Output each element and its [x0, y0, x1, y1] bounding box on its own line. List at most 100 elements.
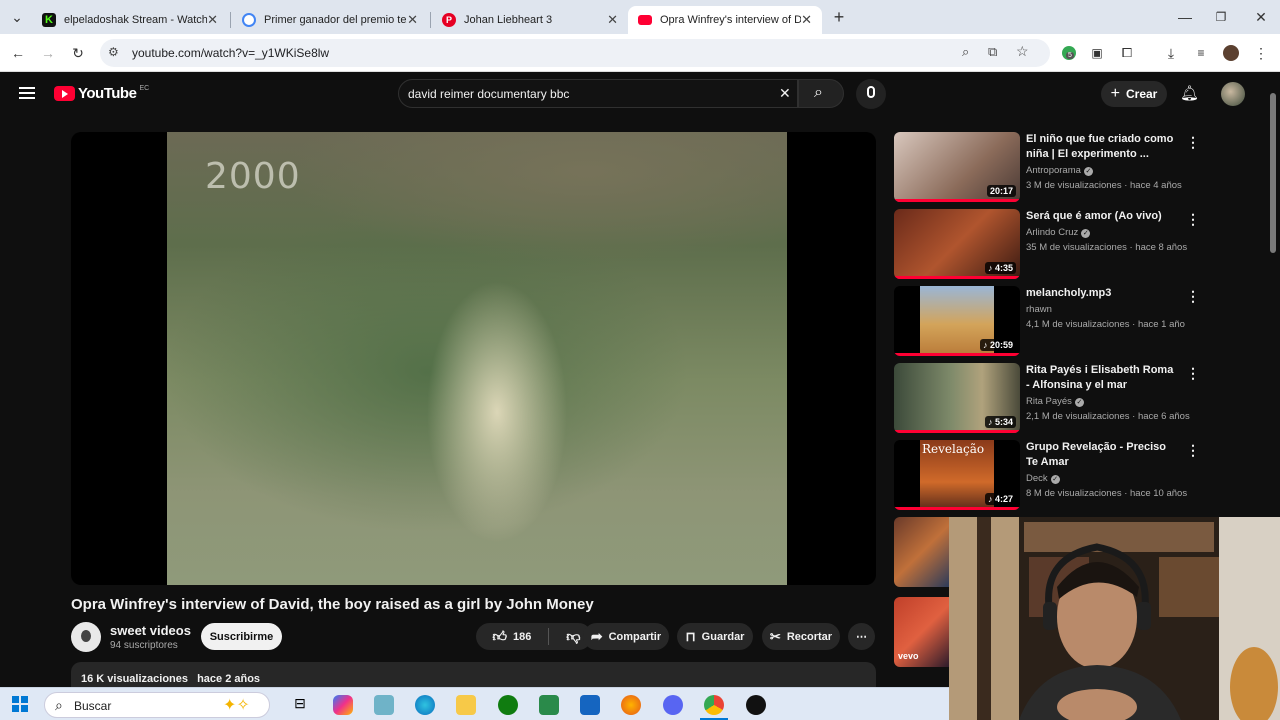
recommendation-channel[interactable]: rhawn: [1026, 304, 1052, 315]
forward-arrow-icon[interactable]: →: [37, 42, 59, 64]
search-icon: ⌕: [814, 84, 823, 101]
youtube-logo[interactable]: YouTube EC: [54, 85, 149, 102]
clear-search-icon[interactable]: ✕: [779, 85, 791, 102]
description-box[interactable]: 16 K visualizaciones hace 2 años: [71, 662, 876, 687]
app-icon[interactable]: [374, 695, 394, 715]
site-info-icon[interactable]: ⚙: [108, 45, 119, 59]
youtube-header: YouTube EC david reimer documentary bbc …: [0, 73, 1280, 113]
firefox-icon[interactable]: [621, 695, 641, 715]
video-thumbnail[interactable]: Revelação ♪ 4:27: [894, 440, 1020, 510]
extension-2-icon[interactable]: ▣: [1086, 42, 1108, 64]
close-tab-icon[interactable]: ✕: [801, 12, 812, 28]
file-explorer-icon[interactable]: [456, 695, 476, 715]
install-app-icon[interactable]: ⧉: [988, 44, 997, 60]
recommendation-title[interactable]: Grupo Revelação - Preciso Te Amar: [1026, 440, 1176, 470]
search-query-text[interactable]: david reimer documentary bbc: [408, 87, 569, 101]
tab-google-search[interactable]: Primer ganador del premio tezu ✕: [232, 6, 428, 34]
tab-search-dropdown-icon[interactable]: ⌄: [6, 6, 28, 28]
recommendation-item[interactable]: ♪ 20:59 melancholy.mp3 rhawn 4,1 M de vi…: [894, 286, 1274, 358]
copilot-icon[interactable]: [333, 695, 353, 715]
recommendation-channel[interactable]: Arlindo Cruz ✓: [1026, 227, 1091, 238]
recommendation-channel[interactable]: Rita Payés ✓: [1026, 396, 1084, 407]
recommendation-item[interactable]: ♪ 5:34 Rita Payés i Elisabeth Roma - Alf…: [894, 363, 1274, 435]
new-tab-icon[interactable]: +: [828, 6, 850, 28]
reload-icon[interactable]: ↻: [67, 42, 89, 64]
save-button[interactable]: ⊓ Guardar: [677, 623, 753, 650]
voice-search-button[interactable]: [856, 79, 886, 109]
video-thumbnail[interactable]: vevo: [894, 597, 950, 667]
close-tab-icon[interactable]: ✕: [407, 12, 418, 28]
recommendation-channel[interactable]: Antroporama ✓: [1026, 165, 1093, 176]
menu-hamburger-icon[interactable]: [19, 84, 35, 102]
profile-avatar[interactable]: [1220, 42, 1242, 64]
browser-menu-icon[interactable]: ⋮: [1250, 42, 1272, 64]
zoom-icon[interactable]: ⌕: [962, 44, 969, 60]
url-text[interactable]: youtube.com/watch?v=_y1WKiSe8lw: [132, 46, 329, 60]
minimize-window-icon[interactable]: —: [1174, 6, 1196, 28]
video-frame[interactable]: 2000: [167, 132, 787, 585]
app-icon[interactable]: [580, 695, 600, 715]
chrome-icon[interactable]: [704, 695, 724, 715]
back-arrow-icon[interactable]: ←: [7, 42, 29, 64]
recommendation-channel[interactable]: Deck ✓: [1026, 473, 1060, 484]
maximize-window-icon[interactable]: ❐: [1210, 6, 1232, 28]
extension-badge: 5: [1066, 52, 1074, 59]
video-thumbnail[interactable]: ♪ 20:59: [894, 286, 1020, 356]
channel-avatar[interactable]: [71, 622, 101, 652]
windows-start-icon[interactable]: [12, 696, 28, 712]
recommendation-item[interactable]: Revelação ♪ 4:27 Grupo Revelação - Preci…: [894, 440, 1274, 512]
recommendation-title[interactable]: El niño que fue criado como niña | El ex…: [1026, 132, 1176, 162]
task-view-icon[interactable]: ⊟: [290, 695, 310, 715]
recommendation-item[interactable]: 20:17 El niño que fue criado como niña |…: [894, 132, 1274, 204]
recommendation-title[interactable]: Rita Payés i Elisabeth Roma - Alfonsina …: [1026, 363, 1176, 393]
recommendation-title[interactable]: Será que é amor (Ao vivo): [1026, 209, 1176, 224]
search-highlight-icon: ✦✧: [223, 697, 250, 714]
video-player[interactable]: 2000: [71, 132, 876, 585]
discord-icon[interactable]: [663, 695, 683, 715]
download-icon[interactable]: ⤓: [1160, 42, 1182, 64]
close-window-icon[interactable]: ✕: [1250, 6, 1272, 28]
video-thumbnail[interactable]: ♪ 4:35: [894, 209, 1020, 279]
page-scrollbar[interactable]: [1270, 93, 1276, 253]
recommendation-title[interactable]: melancholy.mp3: [1026, 286, 1176, 301]
account-avatar[interactable]: [1221, 82, 1245, 106]
edge-browser-icon[interactable]: [415, 695, 435, 715]
search-button[interactable]: ⌕: [798, 79, 844, 108]
more-vertical-icon[interactable]: ⋮: [1186, 365, 1200, 382]
media-controls-icon[interactable]: ≡: [1190, 42, 1212, 64]
share-button[interactable]: ➦ Compartir: [583, 623, 669, 650]
app-icon[interactable]: [539, 695, 559, 715]
taskbar-search-input[interactable]: ⌕ Buscar ✦✧: [44, 692, 270, 718]
bookmark-star-icon[interactable]: ☆: [1016, 43, 1029, 60]
video-title: Opra Winfrey's interview of David, the b…: [71, 596, 594, 613]
more-vertical-icon[interactable]: ⋮: [1186, 442, 1200, 459]
address-bar[interactable]: ⚙ youtube.com/watch?v=_y1WKiSe8lw ⌕ ⧉ ☆: [100, 39, 1050, 67]
search-input[interactable]: david reimer documentary bbc ✕: [398, 79, 798, 108]
extension-icon[interactable]: 5: [1058, 42, 1080, 64]
tab-kick-stream[interactable]: K elpeladoshak Stream - Watch Live ✕: [32, 6, 228, 34]
video-thumbnail[interactable]: 20:17: [894, 132, 1020, 202]
windows-taskbar: ⌕ Buscar ✦✧ ⊟: [0, 687, 949, 720]
more-vertical-icon[interactable]: ⋮: [1186, 288, 1200, 305]
more-vertical-icon[interactable]: ⋮: [1186, 211, 1200, 228]
video-thumbnail[interactable]: [894, 517, 950, 587]
create-button[interactable]: + Crear: [1101, 81, 1167, 107]
close-tab-icon[interactable]: ✕: [607, 12, 618, 28]
clip-button[interactable]: ✂ Recortar: [762, 623, 840, 650]
app-icon[interactable]: [746, 695, 766, 715]
more-vertical-icon[interactable]: ⋮: [1186, 134, 1200, 151]
xbox-icon[interactable]: [498, 695, 518, 715]
close-tab-icon[interactable]: ✕: [207, 12, 218, 28]
channel-name[interactable]: sweet videos: [110, 623, 191, 638]
more-actions-button[interactable]: ⋯: [848, 623, 875, 650]
subscribe-button[interactable]: Suscribirme: [201, 623, 282, 650]
recommendation-item[interactable]: ♪ 4:35 Será que é amor (Ao vivo) Arlindo…: [894, 209, 1274, 281]
pinterest-favicon-icon: P: [442, 13, 456, 27]
extensions-puzzle-icon[interactable]: ⧠: [1116, 42, 1138, 64]
view-count-date: 16 K visualizaciones hace 2 años: [81, 673, 260, 685]
like-button[interactable]: 👍︎ 186: [476, 628, 549, 645]
tab-pinterest[interactable]: P Johan Liebheart 3 ✕: [432, 6, 628, 34]
video-thumbnail[interactable]: ♪ 5:34: [894, 363, 1020, 433]
tab-youtube-active[interactable]: Opra Winfrey's interview of Dav ✕: [628, 6, 822, 34]
notifications-bell-icon[interactable]: 🔔︎: [1180, 84, 1199, 102]
